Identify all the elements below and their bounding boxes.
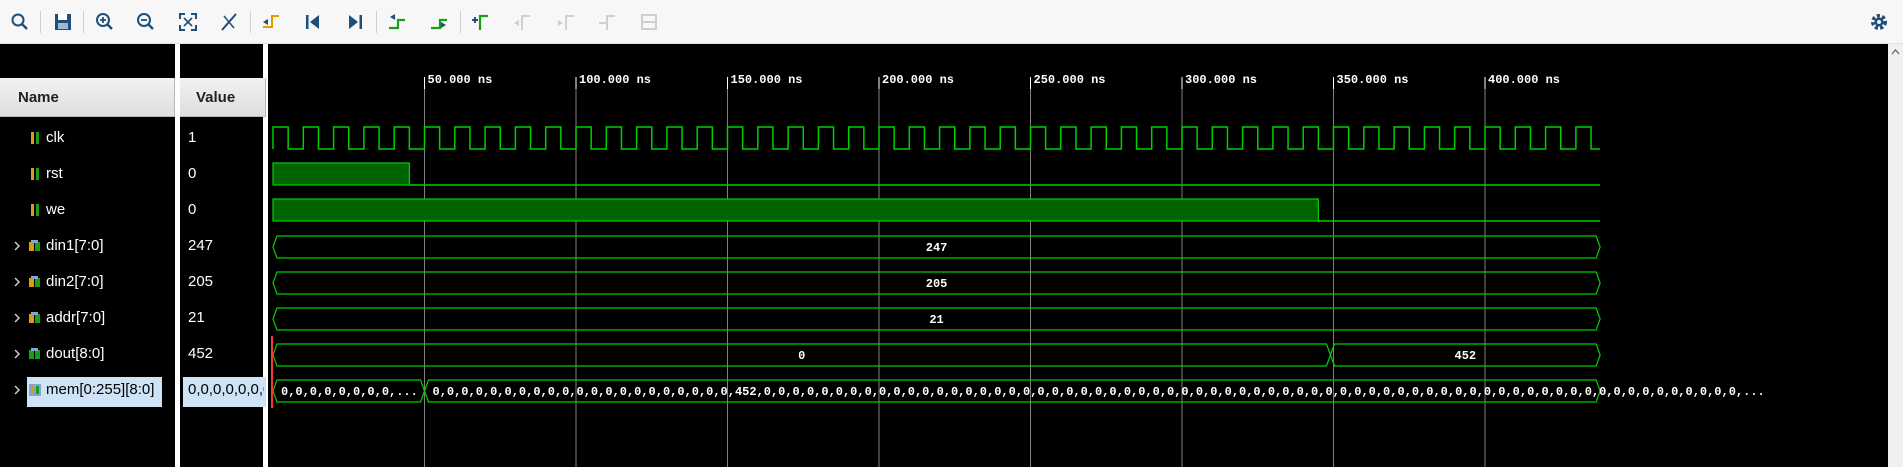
time-tick-label: 50.000 ns [428, 73, 493, 87]
signal-row-dout[interactable]: dout[8:0] 452 [0, 336, 266, 372]
signal-row-din2[interactable]: din2[7:0] 205 [0, 264, 266, 300]
goto-zero-icon [263, 15, 279, 28]
time-tick-label: 350.000 ns [1337, 73, 1409, 87]
signal-value: 247 [188, 237, 214, 254]
goto-start-icon [306, 15, 319, 29]
mem-bus-label: 0,0,0,0,0,0,0,0,0,0,0,0,0,0,0,0,0,0,0,0,… [433, 385, 1765, 399]
rst-high-segment [272, 162, 410, 186]
signal-name: dout[8:0] [46, 345, 105, 362]
save-icon [55, 14, 71, 30]
goto-time-zero-button[interactable] [258, 9, 284, 35]
bus-signal-icon [29, 276, 40, 287]
signal-list-pane: Name Value clk 1 rst 0 we 0 din1[7:0] 24… [0, 44, 266, 467]
bit-signal-icon [31, 168, 39, 180]
time-tick-label: 100.000 ns [579, 73, 651, 87]
bus-signal-icon [29, 312, 40, 323]
zoom-in-icon [96, 13, 113, 30]
signal-row-mem[interactable]: mem[0:255][8:0] 0,0,0,0,0,0,0, [0, 372, 266, 408]
add-marker-button[interactable] [468, 9, 494, 35]
time-tick-label: 200.000 ns [882, 73, 954, 87]
signal-row-addr[interactable]: addr[7:0] 21 [0, 300, 266, 336]
value-column-header[interactable]: Value [180, 78, 266, 117]
gear-icon [1871, 14, 1887, 30]
next-marker-icon [558, 15, 574, 30]
swap-cursors-icon [599, 15, 615, 30]
save-button[interactable] [50, 9, 76, 35]
time-tick-label: 300.000 ns [1185, 73, 1257, 87]
scroll-up-icon[interactable] [1888, 44, 1903, 59]
dout-bus-label: 452 [1455, 349, 1477, 363]
settings-button[interactable] [1867, 10, 1891, 34]
time-tick-label: 400.000 ns [1488, 73, 1560, 87]
cursor-to-zero-button[interactable] [216, 9, 242, 35]
waveform-canvas[interactable]: 50.000 ns 100.000 ns 150.000 ns 200.000 ns 2… [268, 44, 1888, 467]
signal-value: 1 [188, 129, 197, 146]
array-signal-icon [29, 384, 41, 396]
cursor-to-zero-icon [221, 13, 237, 31]
name-column-header[interactable]: Name [0, 78, 175, 117]
time-tick-label: 150.000 ns [731, 73, 803, 87]
signal-value: 21 [188, 309, 205, 326]
signal-row-clk[interactable]: clk 1 [0, 120, 266, 156]
signal-value: 205 [188, 273, 214, 290]
bus-signal-icon [29, 348, 40, 359]
next-marker-button[interactable] [552, 9, 578, 35]
zoom-out-icon [137, 13, 154, 30]
signal-name: clk [46, 129, 65, 146]
zoom-fit-icon [179, 13, 197, 31]
zoom-in-button[interactable] [92, 9, 118, 35]
signal-value: 0 [188, 201, 197, 218]
prev-marker-button[interactable] [510, 9, 536, 35]
waveform-toolbar [0, 0, 1903, 44]
prev-transition-icon [389, 14, 405, 30]
signal-row-we[interactable]: we 0 [0, 192, 266, 228]
goto-start-button[interactable] [300, 9, 326, 35]
search-button[interactable] [7, 9, 33, 35]
bus-signal-icon [29, 240, 40, 251]
clk-waveform [272, 126, 1601, 150]
signal-name: mem[0:255][8:0] [46, 381, 155, 398]
prev-marker-icon [514, 15, 530, 30]
bit-signal-icon [31, 132, 39, 144]
mem-bus-label: 0,0,0,0,0,0,0,0,... [281, 385, 418, 399]
chevron-right-icon[interactable] [12, 384, 22, 396]
signal-value: 452 [188, 345, 214, 362]
signal-value: 0 [188, 165, 197, 182]
dout-bus-label: 0 [798, 349, 805, 363]
next-transition-button[interactable] [426, 9, 452, 35]
signal-row-rst[interactable]: rst 0 [0, 156, 266, 192]
signal-value: 0,0,0,0,0,0,0, [188, 381, 264, 398]
chevron-right-icon[interactable] [12, 240, 22, 252]
add-marker-icon [472, 14, 488, 30]
chevron-right-icon[interactable] [12, 312, 22, 324]
fix-cursor-button[interactable] [636, 9, 662, 35]
zoom-out-button[interactable] [133, 9, 159, 35]
signal-name: rst [46, 165, 63, 182]
signal-name: din1[7:0] [46, 237, 104, 254]
goto-end-icon [349, 15, 362, 29]
prev-transition-button[interactable] [384, 9, 410, 35]
time-tick-label: 250.000 ns [1034, 73, 1106, 87]
signal-name: we [46, 201, 66, 218]
chevron-right-icon[interactable] [12, 348, 22, 360]
fix-cursor-icon [641, 14, 657, 30]
we-high-segment [272, 198, 1319, 222]
signal-name: addr[7:0] [46, 309, 106, 326]
zoom-fit-button[interactable] [175, 9, 201, 35]
search-icon [11, 13, 28, 30]
swap-cursors-button[interactable] [594, 9, 620, 35]
chevron-right-icon[interactable] [12, 276, 22, 288]
din1-bus-label: 247 [926, 241, 948, 255]
vertical-scrollbar[interactable] [1888, 44, 1903, 467]
din2-bus-label: 205 [926, 277, 948, 291]
signal-name: din2[7:0] [46, 273, 104, 290]
next-transition-icon [431, 18, 447, 30]
goto-end-button[interactable] [342, 9, 368, 35]
bit-signal-icon [31, 204, 39, 216]
addr-bus-label: 21 [929, 313, 943, 327]
signal-row-din1[interactable]: din1[7:0] 247 [0, 228, 266, 264]
